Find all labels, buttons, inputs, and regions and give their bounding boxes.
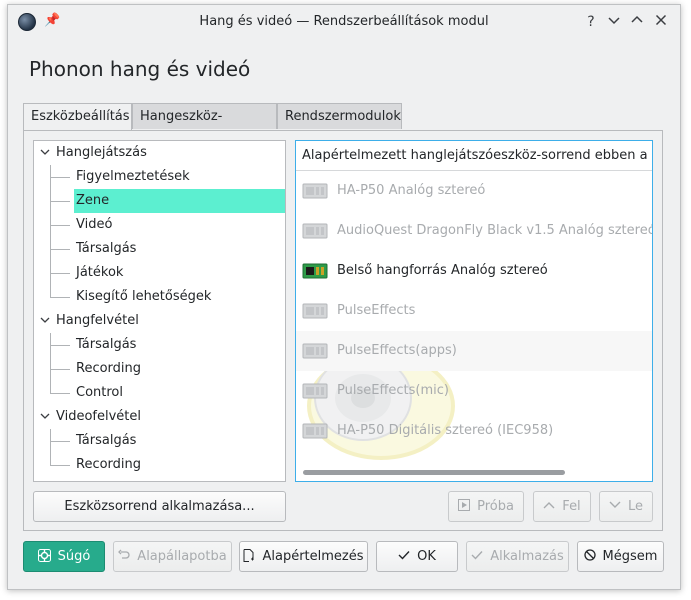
tree-item-recording[interactable]: Recording — [76, 453, 141, 477]
tree-line — [50, 225, 70, 226]
help-label: Súgó — [57, 549, 91, 564]
chevron-up-icon — [543, 492, 555, 521]
chevron-down-icon[interactable] — [40, 309, 50, 333]
tree-line — [50, 465, 70, 466]
list-item[interactable]: HA-P50 Digitális sztereó (IEC958) — [296, 411, 652, 451]
tree-line — [50, 201, 70, 202]
document-defaults-icon — [243, 542, 255, 571]
device-label: AudioQuest DragonFly Black v1.5 Analóg s… — [337, 223, 653, 238]
device-label: PulseEffects(apps) — [337, 343, 457, 358]
device-label: HA-P50 Digitális sztereó (IEC958) — [337, 423, 554, 438]
tree-line — [50, 165, 51, 297]
horizontal-scrollbar[interactable] — [303, 470, 565, 475]
move-up-button[interactable]: Fel — [533, 491, 591, 522]
close-icon — [655, 14, 667, 26]
tab-audio-device-settings[interactable]: Hangeszköz-beállítás — [132, 103, 277, 150]
sound-card-icon — [302, 423, 328, 439]
tree-item-video[interactable]: Videó — [76, 213, 112, 237]
apply-button[interactable]: Alkalmazás — [466, 541, 569, 572]
list-item[interactable]: PulseEffects(apps) — [296, 331, 652, 371]
device-label: PulseEffects(mic) — [337, 383, 449, 398]
tree-item-accessibility[interactable]: Kisegítő lehetőségek — [76, 285, 211, 309]
tab-system-modules[interactable]: Rendszermodulok — [277, 103, 402, 129]
list-item[interactable]: HA-P50 Analóg sztereó — [296, 171, 652, 211]
tree-line — [50, 249, 70, 250]
device-label: PulseEffects — [337, 303, 416, 318]
reset-label: Alapállapotba — [137, 549, 227, 564]
settings-window: 📌 Hang és videó — Rendszerbeállítások mo… — [7, 4, 681, 590]
tree-item-control[interactable]: Control — [76, 381, 123, 405]
tree-item-games[interactable]: Játékok — [76, 261, 123, 285]
tree-line — [50, 297, 70, 298]
tree-group-playback[interactable]: Hanglejátszás — [56, 141, 147, 165]
sound-card-icon — [302, 383, 328, 399]
check-icon — [398, 542, 410, 571]
sound-card-icon — [302, 183, 328, 199]
ok-label: OK — [417, 549, 436, 564]
tree-line — [50, 369, 70, 370]
tree-group-recording[interactable]: Hangfelvétel — [56, 309, 139, 333]
maximize-button[interactable] — [629, 13, 645, 31]
ok-button[interactable]: OK — [376, 541, 458, 572]
device-label: Belső hangforrás Analóg sztereó — [337, 263, 548, 278]
tree-line — [50, 345, 70, 346]
tree-line — [50, 393, 70, 394]
lifebuoy-icon — [37, 542, 51, 571]
sound-card-icon — [302, 263, 328, 279]
sound-card-icon — [302, 303, 328, 319]
cancel-icon — [583, 542, 596, 571]
list-item[interactable]: PulseEffects(mic) — [296, 371, 652, 411]
chevron-down-icon — [608, 17, 620, 25]
tree-item-communication[interactable]: Társalgás — [76, 333, 136, 357]
up-label: Fel — [562, 499, 581, 514]
sound-card-icon — [302, 343, 328, 359]
category-tree[interactable]: Hanglejátszás Figyelmeztetések Zene Vide… — [33, 140, 286, 482]
list-item[interactable]: Belső hangforrás Analóg sztereó — [296, 251, 652, 291]
list-item[interactable]: AudioQuest DragonFly Black v1.5 Analóg s… — [296, 211, 653, 251]
tree-item-communication[interactable]: Társalgás — [76, 237, 136, 261]
defaults-button[interactable]: Alapértelmezés — [239, 541, 368, 572]
chevron-down-icon[interactable] — [40, 405, 50, 429]
test-button[interactable]: Próba — [448, 491, 524, 522]
help-button[interactable]: Súgó — [23, 541, 105, 572]
help-title-button[interactable]: ? — [583, 13, 599, 31]
play-icon — [458, 492, 471, 521]
tree-line — [50, 429, 51, 465]
defaults-label: Alapértelmezés — [262, 549, 364, 564]
move-down-button[interactable]: Le — [599, 491, 653, 522]
tree-line — [50, 441, 70, 442]
chevron-down-icon[interactable] — [40, 141, 50, 165]
close-button[interactable] — [653, 13, 669, 31]
apply-label: Alkalmazás — [490, 549, 564, 564]
list-header[interactable]: Alapértelmezett hanglejátszóeszköz-sorre… — [296, 141, 652, 171]
minimize-button[interactable] — [606, 13, 622, 31]
chevron-up-icon — [631, 15, 643, 23]
title-bar: 📌 Hang és videó — Rendszerbeállítások mo… — [8, 5, 680, 39]
tab-device-settings[interactable]: Eszközbeállítás — [23, 103, 132, 131]
tree-item-communication[interactable]: Társalgás — [76, 429, 136, 453]
device-label: HA-P50 Analóg sztereó — [337, 183, 486, 198]
sound-card-icon — [302, 223, 328, 239]
page-title: Phonon hang és videó — [29, 57, 251, 81]
cancel-label: Mégsem — [602, 549, 658, 564]
apply-order-button[interactable]: Eszközsorrend alkalmazása... — [33, 491, 286, 522]
device-preference-list[interactable]: Alapértelmezett hanglejátszóeszköz-sorre… — [295, 140, 653, 482]
tree-item-notifications[interactable]: Figyelmeztetések — [76, 165, 190, 189]
test-label: Próba — [477, 499, 514, 514]
chevron-down-icon — [609, 492, 621, 521]
tree-item-recording[interactable]: Recording — [76, 357, 141, 381]
tree-line — [50, 177, 70, 178]
down-label: Le — [627, 499, 643, 514]
tree-line — [50, 333, 51, 393]
cancel-button[interactable]: Mégsem — [577, 541, 664, 572]
check-icon — [471, 542, 483, 571]
list-item[interactable]: PulseEffects — [296, 291, 652, 331]
tree-group-video-recording[interactable]: Videofelvétel — [56, 405, 141, 429]
tree-line — [50, 273, 70, 274]
reset-button[interactable]: Alapállapotba — [113, 541, 232, 572]
undo-icon — [118, 542, 130, 571]
window-title: Hang és videó — Rendszerbeállítások modu… — [199, 14, 489, 29]
apply-order-label: Eszközsorrend alkalmazása... — [64, 499, 255, 514]
tree-item-music[interactable]: Zene — [74, 189, 285, 213]
